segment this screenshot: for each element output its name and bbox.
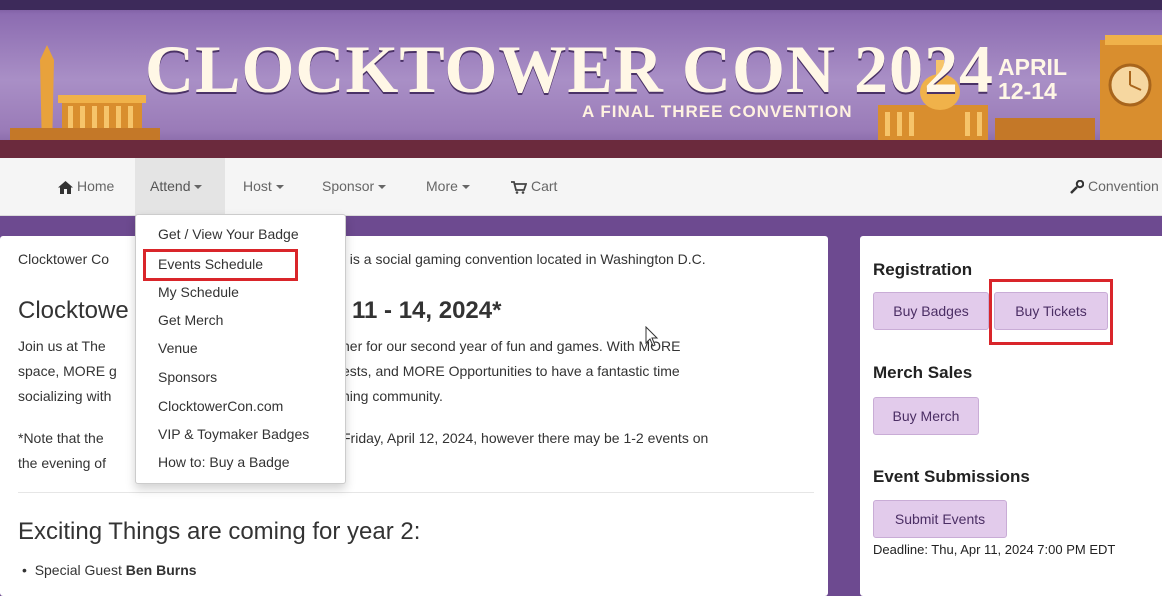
para1-line1-right: her for our second year of fun and games… (342, 338, 681, 354)
site-banner: CLOCKTOWER CON 2024 A FINAL THREE CONVEN… (0, 0, 1162, 158)
list-item: • Special Guest Ben Burns (22, 558, 197, 583)
nav-convention[interactable]: Convention (1070, 158, 1159, 215)
nav-more[interactable]: More (426, 158, 470, 215)
nav-home[interactable]: Home (58, 158, 114, 215)
event-heading-left: Clocktowe (18, 297, 129, 324)
para1-line3-left: socializing with (18, 388, 112, 404)
nav-host-label: Host (243, 178, 272, 194)
submit-events-button[interactable]: Submit Events (873, 500, 1007, 538)
dropdown-item-how-to-buy[interactable]: How to: Buy a Badge (158, 454, 290, 470)
divider (18, 492, 814, 493)
dropdown-item-my-schedule[interactable]: My Schedule (158, 284, 239, 300)
bullet-prefix: Special Guest (34, 562, 126, 578)
nav-more-label: More (426, 178, 458, 194)
note-line1-left: *Note that the (18, 430, 104, 446)
top-navbar: Home Attend Host Sponsor More Cart Conve… (0, 158, 1162, 216)
chevron-down-icon (461, 185, 470, 190)
banner-dates: APRIL 12-14 (998, 55, 1067, 103)
wrench-icon (1070, 180, 1084, 195)
chevron-down-icon (194, 185, 203, 190)
para1-line3-right: ning community. (342, 388, 443, 404)
bullet-guest-name: Ben Burns (125, 562, 197, 578)
nav-host[interactable]: Host (243, 158, 284, 215)
buy-badges-button[interactable]: Buy Badges (873, 292, 989, 330)
event-submissions-heading: Event Submissions (873, 467, 1030, 486)
event-heading-right: 11 - 14, 2024* (352, 297, 502, 324)
note-line2-left: the evening of (18, 455, 106, 471)
registration-heading: Registration (873, 260, 973, 279)
note-line1-right: Friday, April 12, 2024, however there ma… (342, 430, 709, 446)
home-icon (58, 180, 73, 194)
dropdown-item-vip-toymaker[interactable]: VIP & Toymaker Badges (158, 426, 309, 442)
dropdown-item-sponsors[interactable]: Sponsors (158, 369, 217, 385)
nav-convention-label: Convention (1088, 178, 1159, 194)
highlight-events-schedule (143, 249, 298, 281)
mouse-cursor-icon (645, 326, 659, 347)
bullet-icon: • (22, 562, 27, 578)
nav-attend[interactable]: Attend (135, 158, 225, 215)
para1-line2-right: ests, and MORE Opportunities to have a f… (342, 363, 680, 379)
cart-icon (511, 180, 527, 194)
banner-title: CLOCKTOWER CON 2024 (145, 31, 994, 107)
banner-subtitle: A FINAL THREE CONVENTION (582, 102, 853, 121)
nav-cart-label: Cart (531, 178, 558, 194)
dropdown-item-venue[interactable]: Venue (158, 340, 198, 356)
banner-days: 12-14 (998, 78, 1057, 104)
nav-cart[interactable]: Cart (511, 158, 557, 215)
chevron-down-icon (275, 185, 284, 190)
deadline-text: Deadline: Thu, Apr 11, 2024 7:00 PM EDT (873, 542, 1116, 557)
dropdown-item-clocktowercon[interactable]: ClocktowerCon.com (158, 398, 283, 414)
merch-heading: Merch Sales (873, 363, 973, 382)
intro-text-left: Clocktower Co (18, 251, 110, 267)
nav-home-label: Home (77, 178, 115, 194)
nav-sponsor[interactable]: Sponsor (322, 158, 387, 215)
section-heading: Exciting Things are coming for year 2: (18, 518, 421, 545)
dropdown-item-get-view-badge[interactable]: Get / View Your Badge (158, 226, 299, 242)
banner-bottom-band (0, 140, 1162, 158)
para1-line1-left: Join us at The (18, 338, 106, 354)
nav-attend-label: Attend (150, 178, 191, 194)
nav-sponsor-label: Sponsor (322, 178, 375, 194)
highlight-buy-tickets (989, 279, 1113, 345)
banner-month: APRIL (998, 54, 1067, 80)
buy-merch-button[interactable]: Buy Merch (873, 397, 979, 435)
para1-line2-left: space, MORE g (18, 363, 117, 379)
chevron-down-icon (378, 185, 387, 190)
intro-text-right: , is a social gaming convention located … (342, 251, 706, 267)
dropdown-item-get-merch[interactable]: Get Merch (158, 312, 223, 328)
